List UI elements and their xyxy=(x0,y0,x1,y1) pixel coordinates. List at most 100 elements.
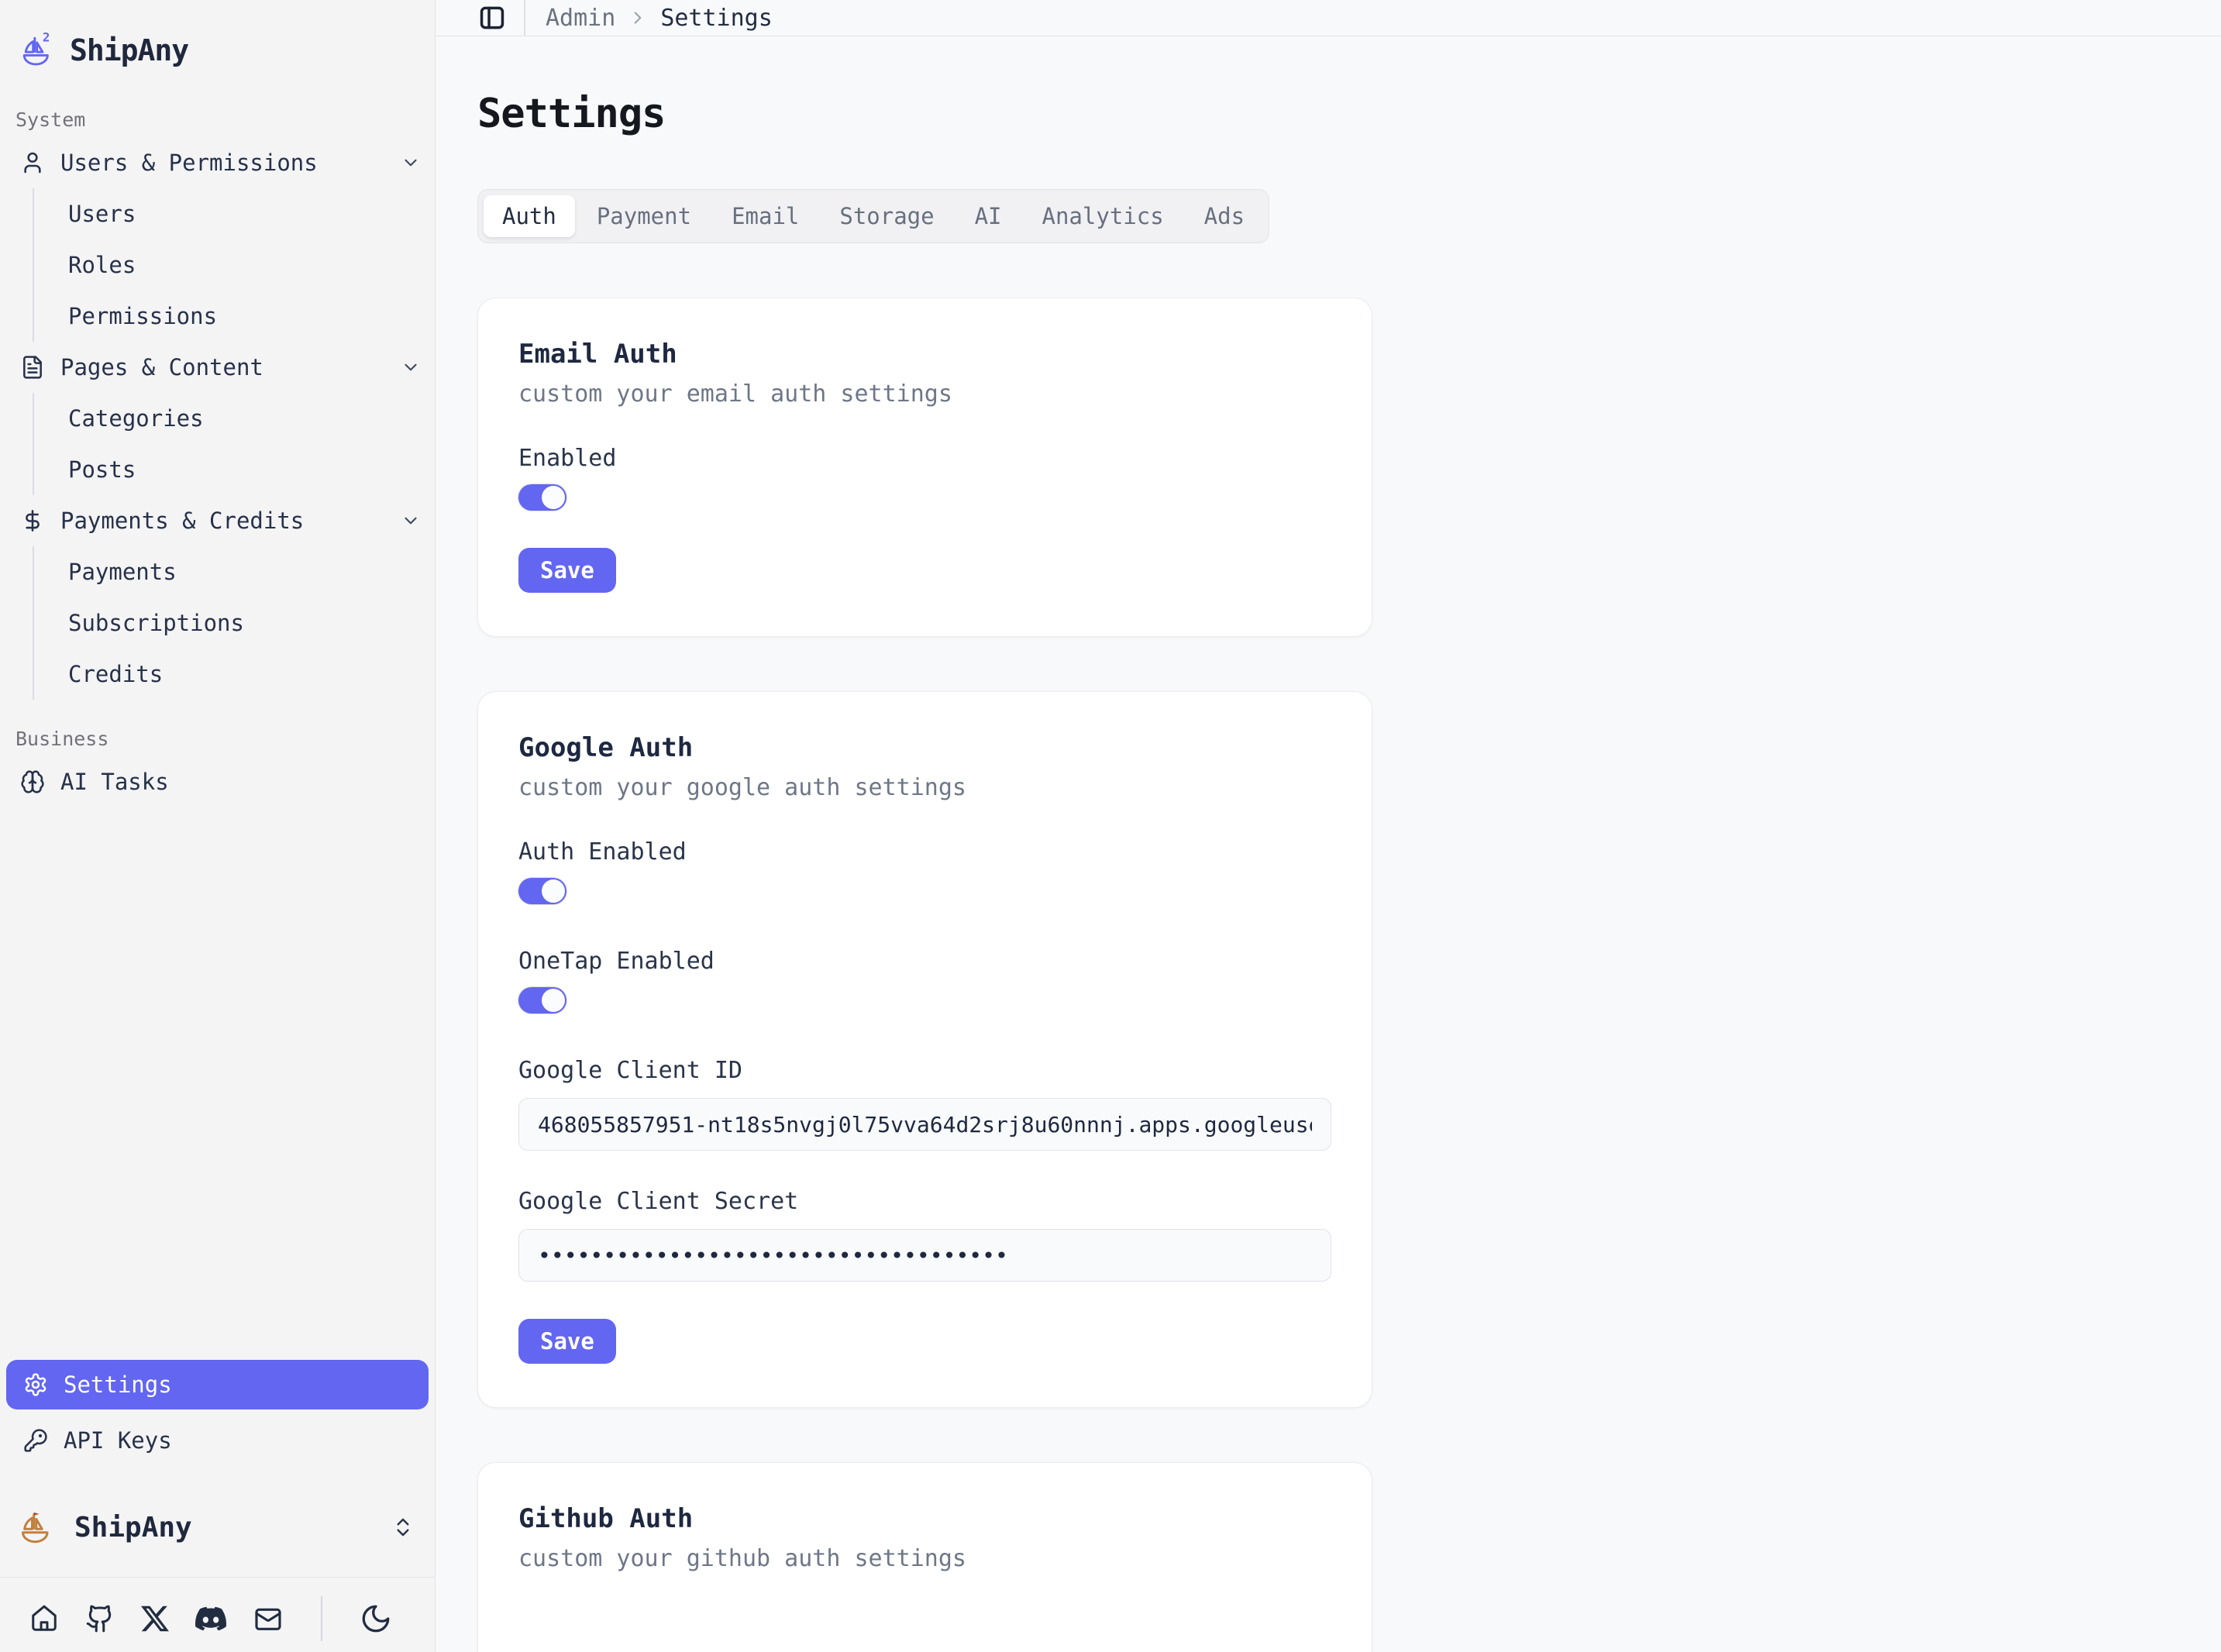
sidebar: 2 ShipAny System Users & Permissions Use… xyxy=(0,0,436,1652)
sidebar-item-pages-content[interactable]: Pages & Content xyxy=(0,342,435,393)
sidebar-item-permissions[interactable]: Permissions xyxy=(34,291,435,342)
topbar: Admin Settings xyxy=(436,0,2221,36)
chevron-down-icon xyxy=(401,153,421,173)
sidebar-item-label: API Keys xyxy=(64,1427,172,1454)
panel-left-icon xyxy=(477,3,507,33)
tab-auth[interactable]: Auth xyxy=(484,195,575,237)
section-label-business: Business xyxy=(0,728,435,750)
theme-toggle[interactable] xyxy=(360,1602,392,1635)
sidebar-item-payments-credits[interactable]: Payments & Credits xyxy=(0,495,435,546)
email-enabled-toggle[interactable] xyxy=(518,484,566,511)
key-icon xyxy=(23,1428,48,1453)
card-title: Email Auth xyxy=(518,339,1331,370)
breadcrumb-settings: Settings xyxy=(660,5,773,32)
sidebar-item-label: Settings xyxy=(64,1372,172,1398)
google-auth-card: Google Auth custom your google auth sett… xyxy=(477,691,1372,1408)
sailboat-icon xyxy=(17,1509,54,1546)
email-auth-card: Email Auth custom your email auth settin… xyxy=(477,298,1372,637)
tab-payment[interactable]: Payment xyxy=(578,195,710,237)
sidebar-item-settings[interactable]: Settings xyxy=(6,1360,429,1409)
github-link[interactable] xyxy=(85,1604,115,1633)
sidebar-item-label: Categories xyxy=(68,405,204,432)
toggle-knob xyxy=(542,989,565,1012)
tab-analytics[interactable]: Analytics xyxy=(1024,195,1183,237)
sidebar-item-categories[interactable]: Categories xyxy=(34,393,435,444)
chevron-right-icon xyxy=(628,8,648,28)
sidebar-item-subscriptions[interactable]: Subscriptions xyxy=(34,597,435,649)
sidebar-item-payments[interactable]: Payments xyxy=(34,546,435,597)
brand-name: ShipAny xyxy=(70,33,188,67)
card-title: Google Auth xyxy=(518,732,1331,763)
google-client-secret-input[interactable] xyxy=(518,1229,1331,1282)
sidebar-item-posts[interactable]: Posts xyxy=(34,444,435,495)
sidebar-item-ai-tasks[interactable]: AI Tasks xyxy=(0,756,435,807)
clipped-card-spacer xyxy=(518,1572,1331,1652)
brand[interactable]: 2 ShipAny xyxy=(0,0,435,81)
discord-icon xyxy=(195,1603,226,1634)
tab-ads[interactable]: Ads xyxy=(1186,195,1263,237)
google-client-secret-label: Google Client Secret xyxy=(518,1188,1331,1215)
sidebar-toggle-button[interactable] xyxy=(477,3,507,33)
pages-content-sublist: Categories Posts xyxy=(33,393,435,495)
tab-storage[interactable]: Storage xyxy=(821,195,952,237)
tab-ai[interactable]: AI xyxy=(956,195,1021,237)
x-icon xyxy=(141,1605,169,1633)
sidebar-item-label: Subscriptions xyxy=(68,610,244,636)
moon-icon xyxy=(360,1602,392,1635)
sidebar-item-roles[interactable]: Roles xyxy=(34,239,435,291)
page-content: Settings Auth Payment Email Storage AI A… xyxy=(436,36,2221,1652)
chevron-down-icon xyxy=(401,511,421,531)
mail-icon xyxy=(253,1603,284,1634)
user-icon xyxy=(20,150,45,175)
google-auth-enabled-toggle[interactable] xyxy=(518,878,566,904)
home-link[interactable] xyxy=(29,1604,59,1633)
chevron-down-icon xyxy=(401,357,421,377)
card-subtitle: custom your google auth settings xyxy=(518,774,1331,801)
sidebar-nav: Users & Permissions Users Roles Permissi… xyxy=(0,137,435,807)
mail-link[interactable] xyxy=(253,1603,284,1634)
toggle-knob xyxy=(542,879,565,903)
google-onetap-toggle[interactable] xyxy=(518,987,566,1014)
users-permissions-sublist: Users Roles Permissions xyxy=(33,188,435,342)
email-save-button[interactable]: Save xyxy=(518,548,616,593)
social-toolbar xyxy=(0,1577,435,1652)
file-text-icon xyxy=(20,355,45,380)
team-switcher[interactable]: ShipAny xyxy=(0,1499,435,1555)
main-area: Admin Settings Settings Auth Payment Ema… xyxy=(436,0,2221,1652)
x-twitter-link[interactable] xyxy=(141,1605,169,1633)
google-client-id-label: Google Client ID xyxy=(518,1057,1331,1084)
sidebar-item-api-keys[interactable]: API Keys xyxy=(0,1416,435,1465)
google-auth-enabled-label: Auth Enabled xyxy=(518,838,1331,866)
breadcrumb: Admin Settings xyxy=(546,5,773,32)
sidebar-item-credits[interactable]: Credits xyxy=(34,649,435,700)
page-title: Settings xyxy=(477,91,2221,137)
team-name: ShipAny xyxy=(74,1512,192,1544)
github-auth-card: Github Auth custom your github auth sett… xyxy=(477,1462,1372,1652)
settings-tabs: Auth Payment Email Storage AI Analytics … xyxy=(477,189,1269,243)
sidebar-item-label: Roles xyxy=(68,252,136,278)
sidebar-item-label: Users & Permissions xyxy=(60,150,318,176)
sidebar-item-label: Permissions xyxy=(68,303,217,329)
tab-email[interactable]: Email xyxy=(713,195,818,237)
breadcrumb-admin[interactable]: Admin xyxy=(546,5,615,32)
github-icon xyxy=(85,1604,115,1633)
google-client-id-input[interactable] xyxy=(518,1098,1331,1151)
sidebar-item-label: Users xyxy=(68,201,136,227)
card-subtitle: custom your github auth settings xyxy=(518,1545,1331,1572)
svg-text:2: 2 xyxy=(43,33,50,45)
card-title: Github Auth xyxy=(518,1503,1331,1534)
toolbar-divider xyxy=(321,1596,322,1641)
sidebar-item-users-permissions[interactable]: Users & Permissions xyxy=(0,137,435,188)
payments-credits-sublist: Payments Subscriptions Credits xyxy=(33,546,435,700)
app-root: 2 ShipAny System Users & Permissions Use… xyxy=(0,0,2221,1652)
sidebar-footer: Settings API Keys ShipAny xyxy=(0,1360,435,1652)
gear-icon xyxy=(23,1372,48,1397)
sidebar-item-label: AI Tasks xyxy=(60,769,169,795)
sidebar-item-label: Payments xyxy=(68,559,177,585)
toggle-knob xyxy=(542,486,565,509)
google-save-button[interactable]: Save xyxy=(518,1319,616,1364)
topbar-divider xyxy=(524,0,525,36)
discord-link[interactable] xyxy=(195,1603,226,1634)
section-label-system: System xyxy=(0,108,435,131)
sidebar-item-users[interactable]: Users xyxy=(34,188,435,239)
